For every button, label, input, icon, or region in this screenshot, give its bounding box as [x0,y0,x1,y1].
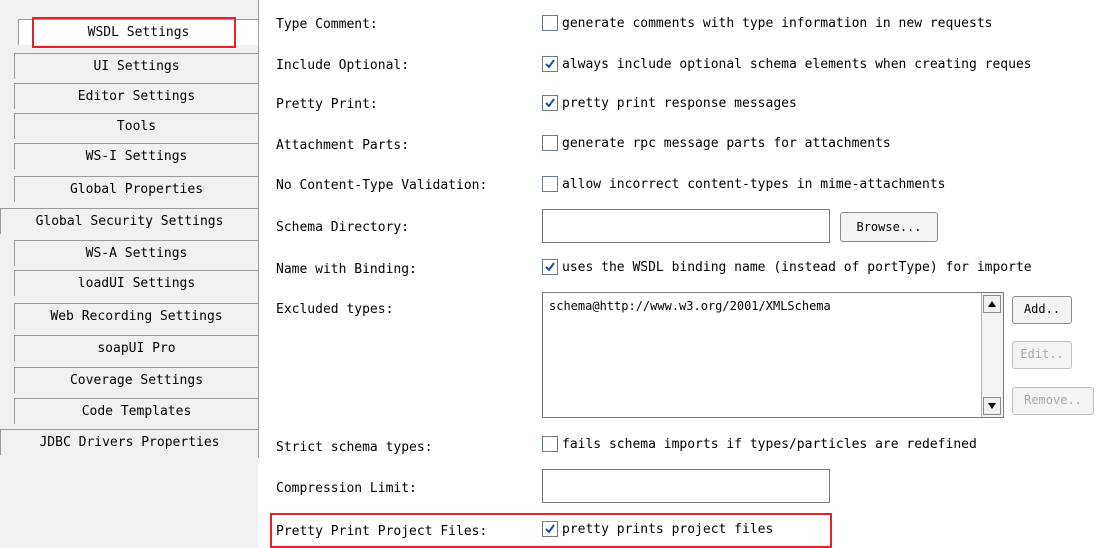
attachment-parts-text: generate rpc message parts for attachmen… [562,135,891,151]
strict-schema-row: fails schema imports if types/particles … [542,436,977,452]
include-optional-label: Include Optional: [276,58,410,73]
pretty-print-text: pretty print response messages [562,95,797,111]
pretty-print-label: Pretty Print: [276,97,378,112]
tab-divider [258,0,259,458]
compression-limit-label: Compression Limit: [276,481,417,496]
tab-jdbc-drivers-properties[interactable]: JDBC Drivers Properties [0,429,258,455]
type-comment-row: generate comments with type information … [542,15,992,31]
scroll-up-button[interactable] [983,295,1001,313]
pretty-print-project-checkbox[interactable] [542,521,558,537]
name-with-binding-checkbox[interactable] [542,259,558,275]
settings-tab-list: WSDL Settings UI Settings Editor Setting… [0,0,258,548]
tab-ws-i-settings[interactable]: WS-I Settings [14,143,258,169]
tab-editor-settings[interactable]: Editor Settings [14,83,258,109]
tab-wsdl-settings[interactable]: WSDL Settings [18,19,258,45]
pretty-print-project-row: pretty prints project files [542,521,773,537]
no-content-type-row: allow incorrect content-types in mime-at… [542,176,946,192]
scroll-down-button[interactable] [983,397,1001,415]
excluded-types-list[interactable]: schema@http://www.w3.org/2001/XMLSchema [542,292,1004,418]
tab-ui-settings[interactable]: UI Settings [14,53,258,79]
include-optional-text: always include optional schema elements … [562,56,1032,72]
checkmark-icon [545,524,555,534]
no-content-type-label: No Content-Type Validation: [276,178,488,193]
checkmark-icon [545,262,555,272]
tab-loadui-settings[interactable]: loadUI Settings [14,270,258,296]
pretty-print-project-text: pretty prints project files [562,521,774,537]
remove-button[interactable]: Remove.. [1012,387,1094,415]
name-with-binding-row: uses the WSDL binding name (instead of p… [542,259,1032,275]
attachment-parts-label: Attachment Parts: [276,138,410,153]
tab-global-properties[interactable]: Global Properties [14,176,258,202]
type-comment-checkbox[interactable] [542,15,558,31]
name-with-binding-label: Name with Binding: [276,262,417,277]
list-item[interactable]: schema@http://www.w3.org/2001/XMLSchema [549,299,831,313]
pretty-print-row: pretty print response messages [542,95,797,111]
include-optional-checkbox[interactable] [542,56,558,72]
arrow-up-icon [988,301,996,307]
strict-schema-label: Strict schema types: [276,440,433,455]
no-content-type-checkbox[interactable] [542,176,558,192]
attachment-parts-row: generate rpc message parts for attachmen… [542,135,891,151]
name-with-binding-text: uses the WSDL binding name (instead of p… [562,259,1032,275]
strict-schema-text: fails schema imports if types/particles … [562,436,977,452]
type-comment-label: Type Comment: [276,17,378,32]
tab-global-security-settings[interactable]: Global Security Settings [0,208,258,234]
no-content-type-text: allow incorrect content-types in mime-at… [562,176,946,192]
excluded-types-label: Excluded types: [276,302,394,317]
tab-coverage-settings[interactable]: Coverage Settings [14,367,258,393]
type-comment-text: generate comments with type information … [562,15,993,31]
excluded-types-scrollbar[interactable] [981,293,1003,417]
checkmark-icon [545,98,555,108]
tab-code-templates[interactable]: Code Templates [14,398,258,424]
compression-limit-input[interactable] [542,469,830,503]
checkmark-icon [545,59,555,69]
pretty-print-project-label: Pretty Print Project Files: [276,524,488,539]
tab-ws-a-settings[interactable]: WS-A Settings [14,240,258,266]
edit-button[interactable]: Edit.. [1012,341,1072,369]
browse-button[interactable]: Browse... [840,212,938,242]
arrow-down-icon [988,403,996,409]
schema-directory-input[interactable] [542,209,830,243]
tab-web-recording-settings[interactable]: Web Recording Settings [14,303,258,329]
schema-directory-label: Schema Directory: [276,220,410,235]
strict-schema-checkbox[interactable] [542,436,558,452]
add-button[interactable]: Add.. [1012,296,1072,324]
pretty-print-checkbox[interactable] [542,95,558,111]
tab-soapui-pro[interactable]: soapUI Pro [14,335,258,361]
include-optional-row: always include optional schema elements … [542,56,1032,72]
tab-tools[interactable]: Tools [14,113,258,139]
attachment-parts-checkbox[interactable] [542,135,558,151]
